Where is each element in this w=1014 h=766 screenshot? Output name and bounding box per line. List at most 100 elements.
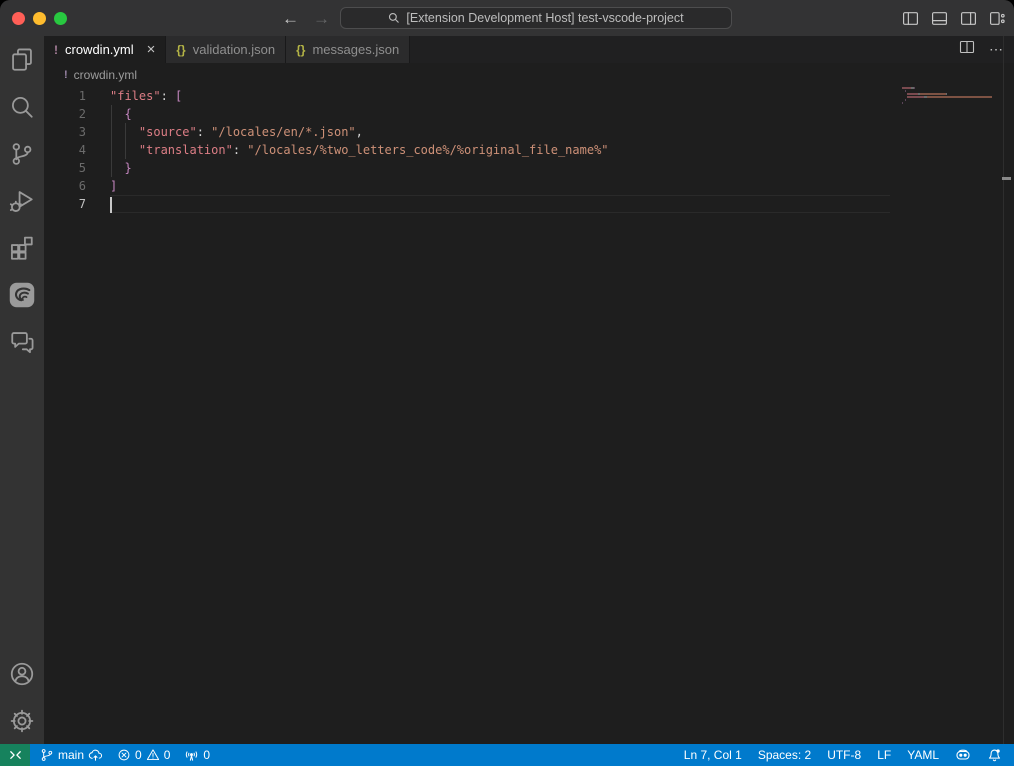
line-number: 7 bbox=[44, 195, 86, 213]
zoom-window-button[interactable] bbox=[54, 12, 67, 25]
activity-item-accounts[interactable] bbox=[0, 650, 44, 697]
indent-guide bbox=[125, 123, 126, 141]
toggle-primary-sidebar-icon[interactable] bbox=[901, 9, 919, 27]
command-center-search[interactable]: [Extension Development Host] test-vscode… bbox=[340, 7, 732, 29]
titlebar: ← → [Extension Development Host] test-vs… bbox=[0, 0, 1014, 36]
activity-item-explorer[interactable] bbox=[0, 36, 44, 83]
activity-bar bbox=[0, 36, 44, 744]
status-label: Spaces: 2 bbox=[758, 748, 811, 762]
status-language-mode[interactable]: YAML bbox=[907, 748, 939, 762]
line-number: 4 bbox=[44, 141, 86, 159]
status-ports[interactable]: 0 bbox=[184, 748, 210, 763]
navigate-forward-icon[interactable]: → bbox=[313, 10, 330, 27]
status-encoding[interactable]: UTF-8 bbox=[827, 748, 861, 762]
debug-icon bbox=[9, 188, 35, 214]
status-cursor-position[interactable]: Ln 7, Col 1 bbox=[684, 748, 742, 762]
token-bracket: { bbox=[124, 107, 131, 121]
status-label: YAML bbox=[907, 748, 939, 762]
customize-layout-icon[interactable] bbox=[988, 9, 1006, 27]
editor-group: ! crowdin.yml × {}validation.json {} messages… bbox=[44, 36, 1014, 744]
source-control-icon bbox=[9, 141, 35, 167]
token-bracket: [ bbox=[175, 89, 182, 103]
breadcrumb[interactable]: ! crowdin.yml bbox=[44, 63, 1014, 87]
line-number: 6 bbox=[44, 177, 86, 195]
text-cursor bbox=[110, 197, 112, 213]
traffic-lights bbox=[12, 12, 67, 25]
tab-crowdin.yml[interactable]: ! crowdin.yml × bbox=[44, 36, 166, 63]
indent-guide bbox=[111, 159, 112, 177]
line-content[interactable]: "source": "/locales/en/*.json", bbox=[110, 123, 890, 141]
tab-messages.json[interactable]: {} messages.json bbox=[286, 36, 410, 63]
status-label: LF bbox=[877, 748, 891, 762]
line-number: 1 bbox=[44, 87, 86, 105]
indent-guide bbox=[125, 141, 126, 159]
remote-indicator[interactable] bbox=[0, 744, 30, 766]
comments-icon bbox=[9, 329, 35, 355]
split-editor-icon[interactable] bbox=[959, 39, 975, 60]
minimap-line bbox=[902, 93, 998, 95]
close-window-button[interactable] bbox=[12, 12, 25, 25]
code-line-7[interactable]: 7 bbox=[44, 195, 1014, 213]
publish-icon bbox=[88, 748, 103, 763]
status-label: Ln 7, Col 1 bbox=[684, 748, 742, 762]
code-line-3[interactable]: 3 "source": "/locales/en/*.json", bbox=[44, 123, 1014, 141]
breadcrumb-file: crowdin.yml bbox=[74, 68, 137, 82]
line-content[interactable]: "files": [ bbox=[110, 87, 890, 105]
status-copilot[interactable] bbox=[955, 747, 971, 763]
token-punct: : bbox=[161, 89, 175, 103]
line-content[interactable]: } bbox=[110, 159, 890, 177]
line-content[interactable] bbox=[110, 195, 890, 213]
line-content[interactable]: ] bbox=[110, 177, 890, 195]
tab-label: messages.json bbox=[312, 42, 399, 57]
minimap[interactable] bbox=[902, 87, 998, 108]
minimap-line bbox=[902, 99, 998, 101]
line-content[interactable]: "translation": "/locales/%two_letters_co… bbox=[110, 141, 890, 159]
toggle-panel-icon[interactable] bbox=[930, 9, 948, 27]
line-number: 3 bbox=[44, 123, 86, 141]
status-bar: main000 Ln 7, Col 1Spaces: 2UTF-8LFYAML bbox=[0, 744, 1014, 766]
line-content[interactable]: { bbox=[110, 105, 890, 123]
toggle-secondary-sidebar-icon[interactable] bbox=[959, 9, 977, 27]
status-git-branch[interactable]: main bbox=[40, 748, 103, 763]
close-tab-icon[interactable]: × bbox=[147, 42, 156, 57]
crowdin-icon bbox=[8, 281, 36, 309]
status-count: 0 bbox=[135, 748, 142, 762]
tab-validation.json[interactable]: {}validation.json bbox=[166, 36, 286, 63]
status-eol[interactable]: LF bbox=[877, 748, 891, 762]
overview-ruler-marker bbox=[1002, 177, 1011, 180]
overview-ruler bbox=[1003, 36, 1004, 744]
status-problems[interactable]: 00 bbox=[117, 748, 170, 762]
activity-item-crowdin[interactable] bbox=[0, 271, 44, 318]
code-line-4[interactable]: 4 "translation": "/locales/%two_letters_… bbox=[44, 141, 1014, 159]
json-file-icon: {} bbox=[296, 43, 305, 57]
yaml-file-icon: ! bbox=[54, 43, 58, 57]
navigate-back-icon[interactable]: ← bbox=[282, 10, 299, 27]
token-punct: : bbox=[197, 125, 211, 139]
status-count: 0 bbox=[164, 748, 171, 762]
indent-guide bbox=[111, 123, 112, 141]
activity-item-extensions[interactable] bbox=[0, 224, 44, 271]
code-line-6[interactable]: 6] bbox=[44, 177, 1014, 195]
activity-item-run-and-debug[interactable] bbox=[0, 177, 44, 224]
activity-item-comments[interactable] bbox=[0, 318, 44, 365]
minimap-line bbox=[902, 102, 998, 104]
code-line-2[interactable]: 2 { bbox=[44, 105, 1014, 123]
files-icon bbox=[9, 47, 35, 73]
line-number: 2 bbox=[44, 105, 86, 123]
token-bracket: } bbox=[124, 161, 131, 175]
minimap-line bbox=[902, 105, 998, 107]
line-number: 5 bbox=[44, 159, 86, 177]
search-icon bbox=[388, 12, 400, 24]
more-actions-icon[interactable]: ⋯ bbox=[989, 41, 1004, 58]
minimize-window-button[interactable] bbox=[33, 12, 46, 25]
activity-item-source-control[interactable] bbox=[0, 130, 44, 177]
code-line-5[interactable]: 5 } bbox=[44, 159, 1014, 177]
status-notifications[interactable] bbox=[987, 748, 1002, 763]
status-indentation[interactable]: Spaces: 2 bbox=[758, 748, 811, 762]
code-line-1[interactable]: 1 "files": [ bbox=[44, 87, 1014, 105]
status-label: 0 bbox=[203, 748, 210, 762]
activity-item-search[interactable] bbox=[0, 83, 44, 130]
activity-item-settings[interactable] bbox=[0, 697, 44, 744]
code-editor[interactable]: 1"files": [2 {3 "source": "/locales/en/*… bbox=[44, 87, 1014, 744]
tab-label: crowdin.yml bbox=[65, 42, 134, 57]
